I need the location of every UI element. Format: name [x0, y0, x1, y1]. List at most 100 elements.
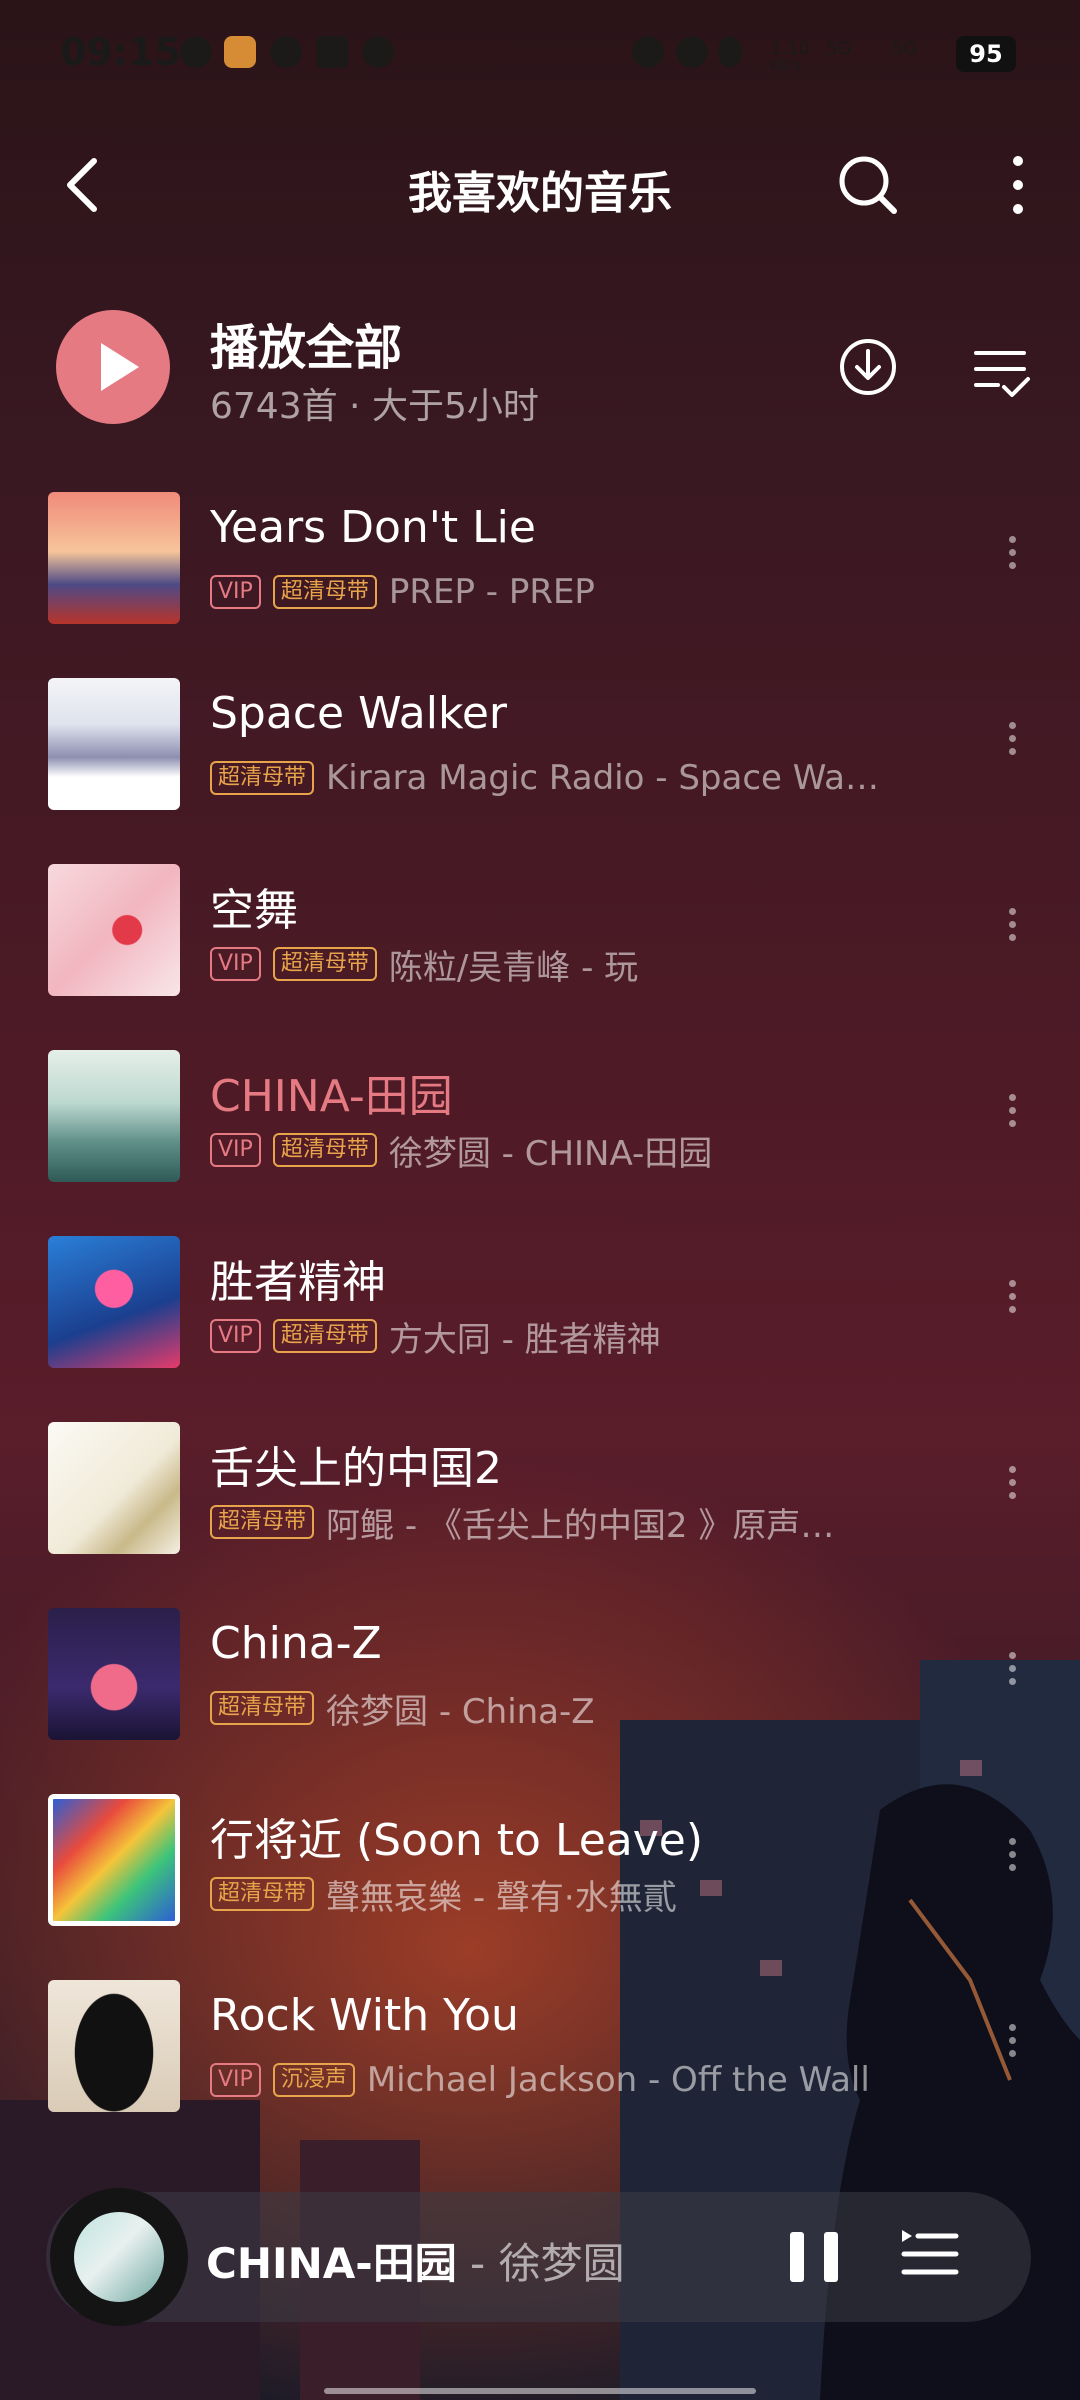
download-icon[interactable] — [836, 335, 900, 399]
more-options-icon[interactable] — [1000, 716, 1024, 776]
album-cover — [48, 1980, 180, 2112]
mute-icon — [676, 36, 708, 68]
album-cover — [48, 1050, 180, 1182]
net-speed-unit: KB/s — [770, 58, 801, 74]
song-artist-album: 徐梦圆 - China-Z — [326, 1691, 595, 1732]
album-cover — [48, 1608, 180, 1740]
song-title: 舌尖上的中国2 — [210, 1443, 502, 1494]
song-row[interactable]: CHINA-田园 VIP 超清母带 徐梦圆 - CHINA-田园 — [0, 1048, 1080, 1234]
song-meta: 超清母带 阿鲲 - 《舌尖上的中国2 》原声… — [210, 1500, 835, 1546]
song-title: China-Z — [210, 1618, 382, 1669]
status-time: 09:15 — [60, 30, 181, 74]
now-playing-artist: 徐梦圆 — [498, 2239, 625, 2288]
vip-badge: VIP — [210, 2063, 261, 2097]
weibo-icon — [270, 36, 302, 68]
song-meta: VIP 超清母带 PREP - PREP — [210, 570, 595, 614]
more-options-icon[interactable] — [1000, 2018, 1024, 2078]
song-title: 胜者精神 — [210, 1257, 386, 1308]
signal-1-label: 5G — [826, 38, 852, 59]
bluetooth-icon — [718, 36, 742, 68]
play-all-label: 播放全部 — [210, 320, 403, 376]
now-playing-disc[interactable] — [50, 2188, 188, 2326]
more-options-icon[interactable] — [1000, 1832, 1024, 1892]
now-playing-title: CHINA-田园 — [206, 2239, 457, 2288]
status-bar: 09:15 1.10 KB/s 5G 5G 95 — [0, 0, 1080, 110]
song-meta: VIP 超清母带 方大同 - 胜者精神 — [210, 1314, 661, 1360]
search-icon[interactable] — [836, 153, 900, 217]
song-artist-album: 聲無哀樂 - 聲有·水無貳 — [326, 1877, 677, 1918]
playlist-summary: 6743首 · 大于5小时 — [210, 386, 539, 427]
song-title: Years Don't Lie — [210, 502, 536, 553]
app-notification-icon — [316, 36, 348, 68]
album-cover — [48, 678, 180, 810]
album-cover — [48, 1422, 180, 1554]
quality-badge: 超清母带 — [210, 1877, 315, 1911]
song-artist-album: 方大同 - 胜者精神 — [388, 1319, 661, 1360]
song-row[interactable]: Space Walker 超清母带 Kirara Magic Radio - S… — [0, 676, 1080, 862]
song-title: 空舞 — [210, 885, 298, 936]
more-options-icon[interactable] — [1000, 1646, 1024, 1706]
song-meta: 超清母带 徐梦圆 - China-Z — [210, 1686, 595, 1732]
quality-badge: 超清母带 — [210, 761, 315, 795]
quality-badge: 超清母带 — [272, 1319, 377, 1353]
song-artist-album: 陈粒/吴青峰 - 玩 — [388, 947, 639, 988]
song-artist-album: Michael Jackson - Off the Wall — [366, 2060, 870, 2100]
song-row[interactable]: 空舞 VIP 超清母带 陈粒/吴青峰 - 玩 — [0, 862, 1080, 1048]
quality-badge: 超清母带 — [210, 1691, 315, 1725]
mini-player[interactable]: CHINA-田园 - 徐梦圆 — [46, 2188, 1031, 2326]
song-artist-album: Kirara Magic Radio - Space Wal… — [326, 758, 887, 798]
more-options-icon[interactable] — [1000, 530, 1024, 590]
now-playing-separator: - — [456, 2239, 499, 2288]
song-title-now-playing: CHINA-田园 — [210, 1071, 453, 1122]
vip-badge: VIP — [210, 575, 261, 609]
more-options-icon[interactable] — [1000, 1088, 1024, 1148]
song-meta: 超清母带 聲無哀樂 - 聲有·水無貳 — [210, 1872, 677, 1918]
sort-list-icon[interactable] — [970, 341, 1034, 405]
song-title: Rock With You — [210, 1990, 519, 2041]
song-artist-album: 阿鲲 - 《舌尖上的中国2 》原声… — [326, 1505, 835, 1546]
page-header: 我喜欢的音乐 — [0, 135, 1080, 235]
alarm-icon — [632, 36, 664, 68]
signal-2-label: 5G — [892, 38, 918, 59]
song-row[interactable]: China-Z 超清母带 徐梦圆 - China-Z — [0, 1606, 1080, 1792]
song-meta: VIP 超清母带 徐梦圆 - CHINA-田园 — [210, 1128, 713, 1174]
app-notification-icon — [362, 36, 394, 68]
vip-badge: VIP — [210, 947, 261, 981]
song-artist-album: PREP - PREP — [388, 572, 595, 612]
song-row[interactable]: Rock With You VIP 沉浸声 Michael Jackson - … — [0, 1978, 1080, 2164]
song-artist-album: 徐梦圆 - CHINA-田园 — [388, 1133, 713, 1174]
net-speed: 1.10 — [770, 38, 811, 59]
song-meta: 超清母带 Kirara Magic Radio - Space Wal… — [210, 756, 886, 800]
song-title: 行将近 (Soon to Leave) — [210, 1815, 704, 1866]
song-row[interactable]: Years Don't Lie VIP 超清母带 PREP - PREP — [0, 490, 1080, 676]
app-notification-icon — [180, 36, 212, 68]
quality-badge: 沉浸声 — [272, 2063, 355, 2097]
more-vertical-icon[interactable] — [996, 149, 1040, 221]
quality-badge: 超清母带 — [210, 1505, 315, 1539]
song-row[interactable]: 行将近 (Soon to Leave) 超清母带 聲無哀樂 - 聲有·水無貳 — [0, 1792, 1080, 1978]
more-options-icon[interactable] — [1000, 1460, 1024, 1520]
album-cover — [48, 492, 180, 624]
album-cover — [48, 1236, 180, 1368]
now-playing-cover — [74, 2212, 164, 2302]
song-title: Space Walker — [210, 688, 508, 739]
quality-badge: 超清母带 — [272, 575, 377, 609]
quality-badge: 超清母带 — [272, 1133, 377, 1167]
battery-level: 95 — [956, 36, 1016, 72]
home-indicator[interactable] — [324, 2388, 756, 2394]
now-playing-text: CHINA-田园 - 徐梦圆 — [206, 2230, 625, 2291]
more-options-icon[interactable] — [1000, 902, 1024, 962]
vip-badge: VIP — [210, 1133, 261, 1167]
pause-icon[interactable] — [786, 2228, 842, 2284]
playlist-queue-icon[interactable] — [898, 2228, 962, 2284]
app-notification-icon — [224, 36, 256, 68]
song-row[interactable]: 胜者精神 VIP 超清母带 方大同 - 胜者精神 — [0, 1234, 1080, 1420]
song-row[interactable]: 舌尖上的中国2 超清母带 阿鲲 - 《舌尖上的中国2 》原声… — [0, 1420, 1080, 1606]
song-meta: VIP 超清母带 陈粒/吴青峰 - 玩 — [210, 942, 639, 988]
more-options-icon[interactable] — [1000, 1274, 1024, 1334]
song-meta: VIP 沉浸声 Michael Jackson - Off the Wall — [210, 2058, 870, 2102]
quality-badge: 超清母带 — [272, 947, 377, 981]
play-all-button[interactable] — [56, 310, 170, 424]
album-cover — [48, 864, 180, 996]
play-all-row[interactable]: 播放全部 6743首 · 大于5小时 — [0, 305, 1080, 427]
